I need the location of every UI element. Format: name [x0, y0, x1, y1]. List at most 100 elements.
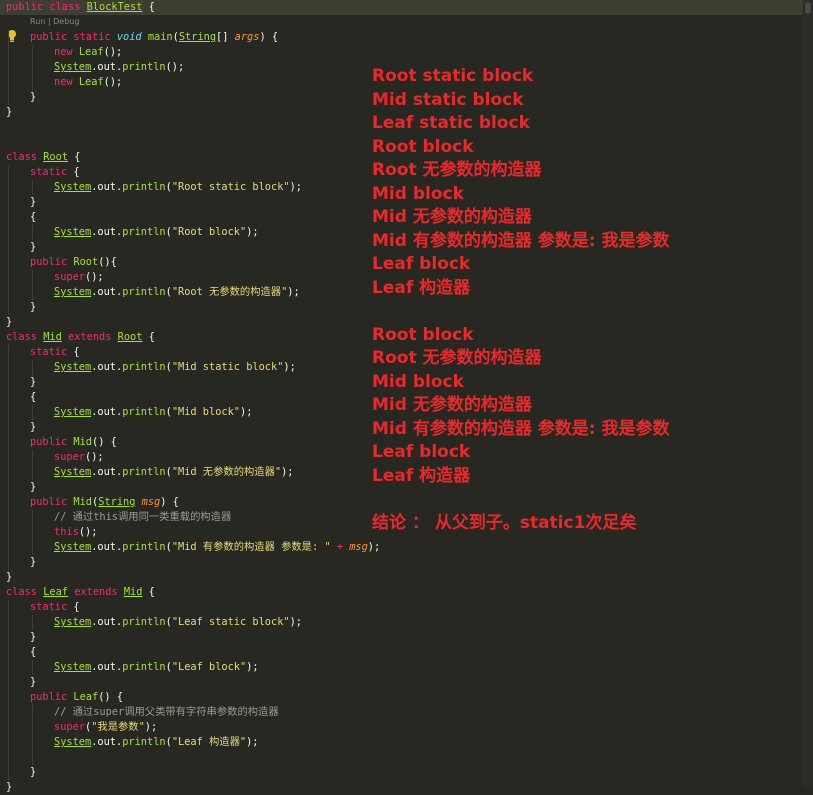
code-token: } [30, 376, 37, 388]
code-line[interactable]: } [0, 195, 36, 210]
code-line[interactable]: System.out.println("Root 无参数的构造器"); [0, 285, 300, 300]
code-token: System [54, 226, 92, 238]
scrollbar-thumb[interactable] [805, 2, 811, 14]
vertical-scrollbar[interactable] [803, 0, 813, 787]
code-token: .out. [91, 541, 123, 553]
code-line[interactable]: } [0, 555, 36, 570]
code-line[interactable]: System.out.println("Root static block"); [0, 180, 302, 195]
code-token: String [98, 496, 136, 508]
code-line[interactable]: // 通过this调用同一类重载的构造器 [0, 510, 231, 525]
code-token: System [54, 61, 92, 73]
code-token: } [6, 106, 13, 118]
code-line[interactable]: System.out.println("Leaf 构造器"); [0, 735, 259, 750]
code-line[interactable]: System.out.println("Mid 无参数的构造器"); [0, 465, 294, 480]
code-token: main [147, 31, 173, 43]
code-line[interactable]: public Root(){ [0, 255, 117, 270]
output-note-line: Leaf block [372, 442, 471, 462]
code-line[interactable]: super(); [0, 450, 104, 465]
code-token: ); [287, 286, 300, 298]
code-token: .out. [91, 406, 123, 418]
code-line[interactable]: } [0, 420, 36, 435]
code-token: (); [85, 271, 104, 283]
code-token: System [54, 181, 92, 193]
code-token: msg [349, 541, 368, 553]
code-line[interactable]: public class BlockTest { [0, 0, 809, 15]
code-token: .out. [91, 616, 123, 628]
code-line[interactable]: System.out.println("Root block"); [0, 225, 259, 240]
code-line[interactable]: { [0, 390, 36, 405]
code-line[interactable]: super(); [0, 270, 104, 285]
code-token: println [122, 286, 166, 298]
run-link[interactable]: Run [30, 17, 45, 26]
code-line[interactable]: System.out.println(); [0, 60, 184, 75]
code-line[interactable]: public Leaf() { [0, 690, 123, 705]
code-line[interactable]: } [0, 630, 36, 645]
debug-link[interactable]: Debug [53, 17, 79, 26]
output-note-line: Mid block [372, 183, 464, 204]
code-token: System [54, 466, 92, 478]
code-line[interactable]: class Mid extends Root { [0, 330, 155, 345]
code-line[interactable]: } [0, 765, 36, 780]
code-token: ); [289, 616, 303, 628]
code-line[interactable]: super("我是参数"); [0, 720, 157, 735]
code-line[interactable]: } [0, 780, 12, 795]
code-token: (); [103, 76, 123, 88]
code-token: println [122, 181, 166, 193]
code-line[interactable]: System.out.println("Mid block"); [0, 405, 252, 420]
code-line[interactable]: public static void main(String[] args) { [0, 30, 278, 45]
code-line[interactable]: static { [0, 165, 80, 180]
code-token: } [6, 316, 13, 328]
code-line[interactable]: System.out.println("Mid 有参数的构造器 参数是: " +… [0, 540, 380, 555]
code-line[interactable]: } [0, 90, 36, 105]
code-token: { [142, 586, 155, 598]
code-line[interactable]: } [0, 315, 12, 330]
code-token: System [54, 736, 92, 748]
code-line[interactable]: class Leaf extends Mid { [0, 585, 155, 600]
code-line[interactable]: new Leaf(); [0, 75, 122, 90]
codelens-separator: | [45, 17, 54, 26]
code-token: Mid [43, 331, 62, 343]
code-token: ); [246, 661, 259, 673]
code-line[interactable]: new Leaf(); [0, 45, 122, 60]
code-line[interactable]: } [0, 480, 36, 495]
code-line[interactable]: // 通过super调用父类带有字符串参数的构造器 [0, 705, 279, 720]
code-token: System [54, 616, 92, 628]
code-token: } [30, 241, 37, 253]
code-line[interactable]: static { [0, 600, 80, 615]
code-line[interactable]: System.out.println("Leaf static block"); [0, 615, 302, 630]
code-line[interactable]: } [0, 675, 36, 690]
code-line[interactable]: public Mid() { [0, 435, 117, 450]
code-line[interactable]: System.out.println("Mid static block"); [0, 360, 296, 375]
code-line[interactable]: } [0, 375, 36, 390]
code-token: static [73, 31, 111, 43]
code-line[interactable]: } [0, 240, 36, 255]
code-line[interactable]: class Root { [0, 150, 80, 165]
code-token: .out. [91, 736, 123, 748]
code-token: (); [103, 46, 123, 58]
codelens: Run | Debug [30, 17, 79, 27]
code-line[interactable]: { [0, 645, 36, 660]
code-token: msg [141, 496, 161, 508]
output-note-line: Leaf static block [372, 113, 530, 133]
code-token: "Mid block" [171, 406, 241, 418]
code-token: ) { [160, 496, 179, 508]
code-line[interactable]: static { [0, 345, 80, 360]
code-line[interactable]: } [0, 300, 36, 315]
code-line[interactable]: this(); [0, 525, 97, 540]
code-token: (); [85, 451, 104, 463]
code-line[interactable]: System.out.println("Leaf block"); [0, 660, 259, 675]
code-line[interactable]: } [0, 105, 12, 120]
code-line[interactable]: public Mid(String msg) { [0, 495, 179, 510]
code-token: // 通过super调用父类带有字符串参数的构造器 [54, 706, 279, 718]
code-token: } [30, 766, 37, 778]
code-token: ); [246, 226, 259, 238]
code-token: Leaf [78, 76, 104, 88]
code-token: Mid [73, 496, 93, 508]
code-token: .out. [91, 361, 123, 373]
code-token: .out. [91, 286, 123, 298]
code-token: } [30, 481, 37, 493]
code-line[interactable]: { [0, 210, 36, 225]
code-token: class [6, 151, 37, 163]
code-token: () { [92, 436, 117, 448]
code-line[interactable]: } [0, 570, 12, 585]
